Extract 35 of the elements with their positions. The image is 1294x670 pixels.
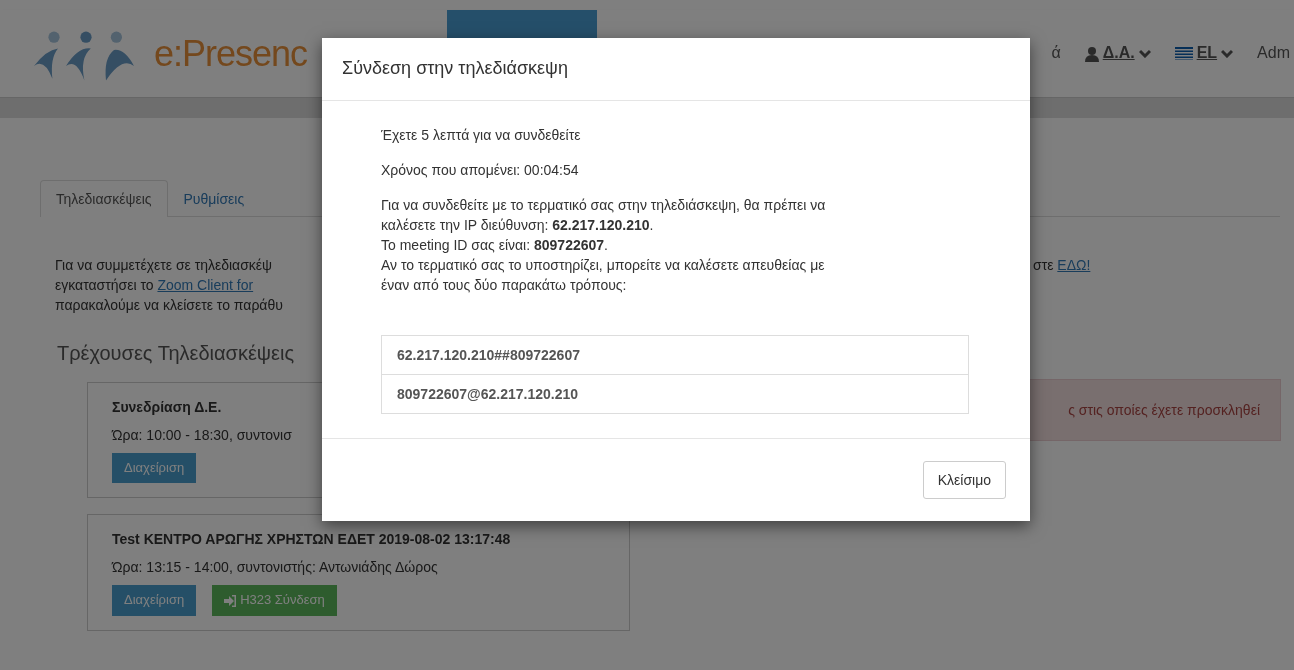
link[interactable]: ΕΔΩ! (1057, 257, 1091, 273)
intro-text: παρακαλούμε να κλείσετε το παράθυ (55, 297, 283, 314)
link[interactable]: Zoom Client for (157, 277, 254, 294)
chevron-down-icon (1221, 49, 1234, 58)
modal-text: Για να συνδεθείτε με το τερματικό σας στην τηλεδιάσκεψη, θα πρέπει να καλέσετε την IP διεύθυνση: 62.217.120.210. (381, 195, 827, 235)
close-button[interactable]: Κλείσιμο (922, 460, 1006, 499)
modal-text: Το meeting ID σας είναι: 809722607. (381, 235, 609, 255)
conference-time: Ώρα: 10:00 - 18:30, συντονισ (112, 425, 293, 445)
modal-text: Αν το τερματικό σας το υποστηρίζει, μπορείτε να καλέσετε απευθείας με έναν από τους δύο παρακάτω τρόπους: (381, 255, 826, 295)
brand-name[interactable]: e:Presenc (154, 35, 308, 72)
intro-text: Για να συμμετέχετε σε τηλεδιασκέψ (55, 257, 273, 273)
dial-string: 62.217.120.210##809722607 (381, 334, 969, 375)
user-icon (1084, 45, 1099, 62)
admin-menu[interactable]: Adm (1257, 42, 1290, 65)
intro-text: εγκαταστήσει το (55, 277, 155, 294)
conference-title: Συνεδρίαση Δ.Ε. (112, 397, 223, 417)
manage-button[interactable]: Διαχείριση (112, 585, 197, 616)
tab[interactable]: Ρυθμίσεις (167, 180, 261, 217)
section-title: Τρέχουσες Τηλεδιασκέψεις (57, 341, 295, 367)
dial-string: 809722607@62.217.120.210 (381, 374, 969, 414)
tab[interactable]: Τηλεδιασκέψεις (40, 180, 168, 217)
conference-time: Ώρα: 13:15 - 14:00, συντονιστής: Αντωνιάδης Δώρος (112, 558, 439, 578)
modal-title: Σύνδεση στην τηλεδιάσκεψη (322, 38, 1030, 101)
conference-title: Test ΚΕΝΤΡΟ ΑΡΩΓΗΣ ΧΡΗΣΤΩΝ ΕΔΕΤ 2019-08-02 13:17:48 (112, 530, 512, 550)
modal-text: Έχετε 5 λεπτά για να συνδεθείτε (381, 125, 582, 145)
nav-item[interactable]: ά (1051, 42, 1061, 65)
chevron-down-icon (1138, 49, 1151, 58)
sign-in-icon (224, 594, 238, 607)
intro-text: στε (1033, 257, 1055, 273)
user-menu[interactable]: Δ.Α. (1084, 42, 1151, 65)
modal-text: Χρόνος που απομένει: 00:04:54 (381, 160, 580, 180)
manage-button[interactable]: Διαχείριση (112, 452, 197, 484)
flag-icon (1174, 47, 1193, 60)
language-menu[interactable]: EL (1174, 42, 1234, 65)
join-button[interactable]: H323 Σύνδεση (212, 585, 337, 616)
